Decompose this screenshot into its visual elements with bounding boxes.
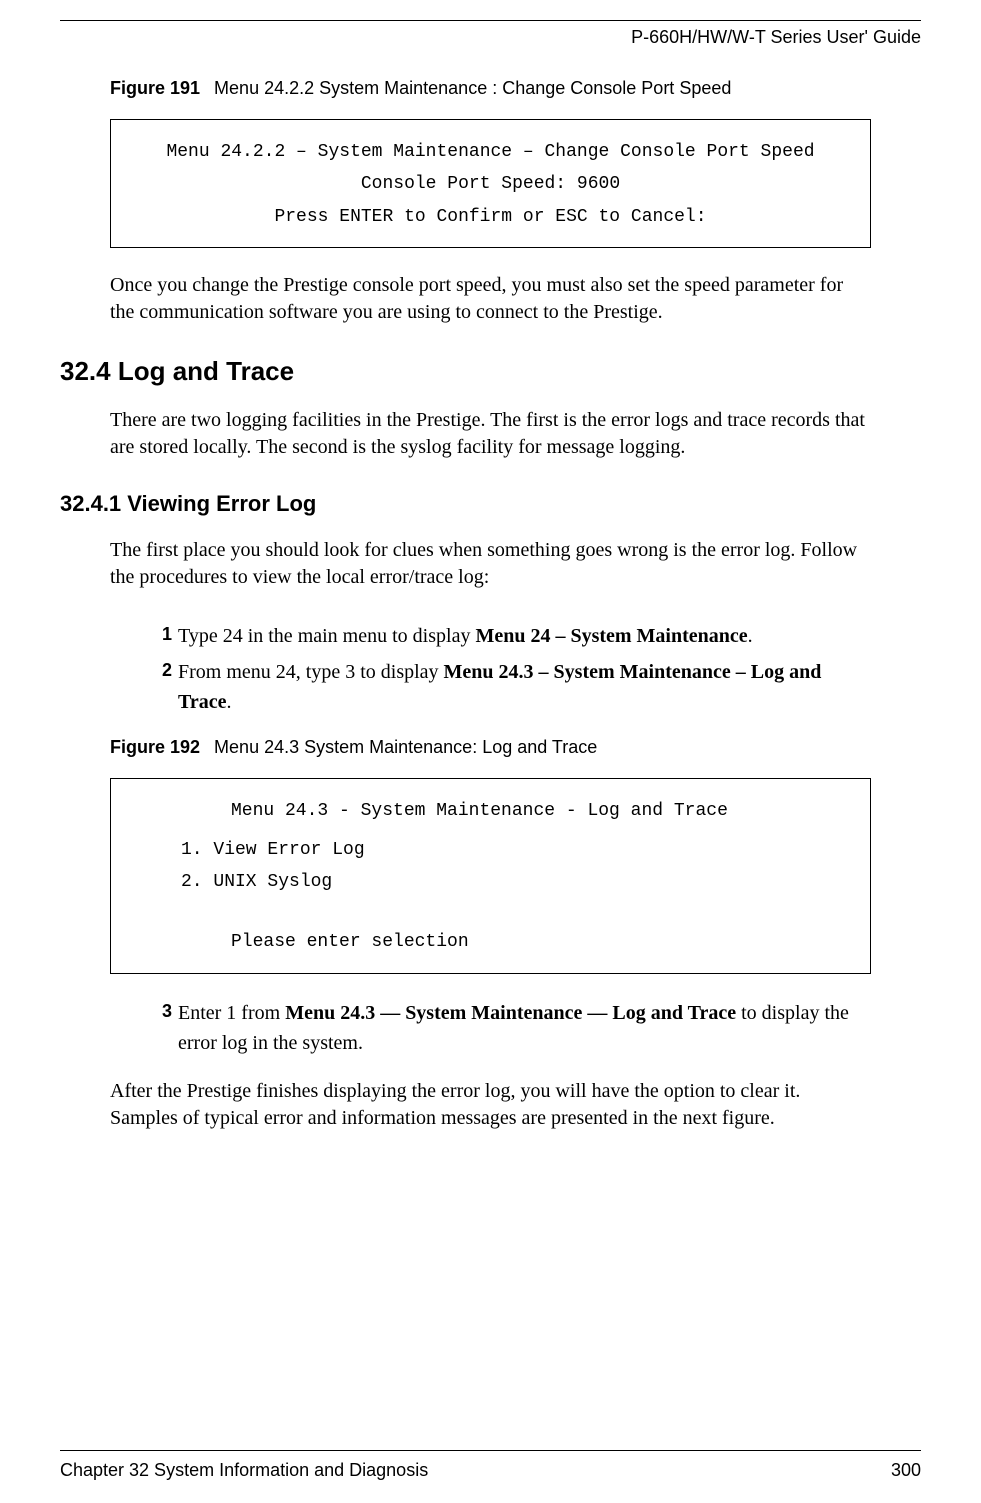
footer-page-number: 300 <box>891 1460 921 1481</box>
console-line: Press ENTER to Confirm or ESC to Cancel: <box>121 201 860 233</box>
step-item: 2 From menu 24, type 3 to display Menu 2… <box>150 657 871 717</box>
console-title: Menu 24.3 - System Maintenance - Log and… <box>121 795 860 827</box>
step-text-bold: Menu 24.3 — System Maintenance — Log and… <box>285 1002 736 1024</box>
figure-191-caption: Figure 191 Menu 24.2.2 System Maintenance… <box>110 78 921 99</box>
section-heading-32-4: 32.4 Log and Trace <box>60 356 921 387</box>
paragraph: Once you change the Prestige console por… <box>110 272 871 326</box>
subsection-heading-32-4-1: 32.4.1 Viewing Error Log <box>60 491 921 517</box>
console-option: 1. View Error Log <box>121 834 860 866</box>
step-list: 1 Type 24 in the main menu to display Me… <box>150 621 871 717</box>
step-text: From menu 24, type 3 to display Menu 24.… <box>178 657 871 717</box>
step-text-pre: Type 24 in the main menu to display <box>178 625 475 647</box>
console-line: Menu 24.2.2 – System Maintenance – Chang… <box>121 136 860 168</box>
console-line: Console Port Speed: 9600 <box>121 168 860 200</box>
step-text-bold: Menu 24 – System Maintenance <box>475 625 747 647</box>
figure-192-caption-text: Menu 24.3 System Maintenance: Log and Tr… <box>214 737 597 757</box>
paragraph: There are two logging facilities in the … <box>110 407 871 461</box>
figure-191-label: Figure 191 <box>110 78 200 98</box>
step-text: Enter 1 from Menu 24.3 — System Maintena… <box>178 998 871 1058</box>
header-guide-title: P-660H/HW/W-T Series User' Guide <box>60 27 921 48</box>
step-list: 3 Enter 1 from Menu 24.3 — System Mainte… <box>150 998 871 1058</box>
step-number: 2 <box>150 657 172 717</box>
step-item: 3 Enter 1 from Menu 24.3 — System Mainte… <box>150 998 871 1058</box>
step-text: Type 24 in the main menu to display Menu… <box>178 621 753 651</box>
step-text-post: . <box>748 625 753 647</box>
step-item: 1 Type 24 in the main menu to display Me… <box>150 621 871 651</box>
figure-192-label: Figure 192 <box>110 737 200 757</box>
paragraph: The first place you should look for clue… <box>110 537 871 591</box>
step-text-pre: From menu 24, type 3 to display <box>178 661 444 683</box>
step-text-pre: Enter 1 from <box>178 1002 285 1024</box>
figure-191-caption-text: Menu 24.2.2 System Maintenance : Change … <box>214 78 731 98</box>
step-text-post: . <box>227 691 232 713</box>
console-prompt: Please enter selection <box>121 926 860 958</box>
footer-chapter: Chapter 32 System Information and Diagno… <box>60 1460 428 1481</box>
figure-192-caption: Figure 192 Menu 24.3 System Maintenance: … <box>110 737 921 758</box>
console-box-fig191: Menu 24.2.2 – System Maintenance – Chang… <box>110 119 871 248</box>
step-number: 3 <box>150 998 172 1058</box>
console-option: 2. UNIX Syslog <box>121 866 860 898</box>
step-number: 1 <box>150 621 172 651</box>
console-box-fig192: Menu 24.3 - System Maintenance - Log and… <box>110 778 871 974</box>
paragraph: After the Prestige finishes displaying t… <box>110 1078 871 1132</box>
